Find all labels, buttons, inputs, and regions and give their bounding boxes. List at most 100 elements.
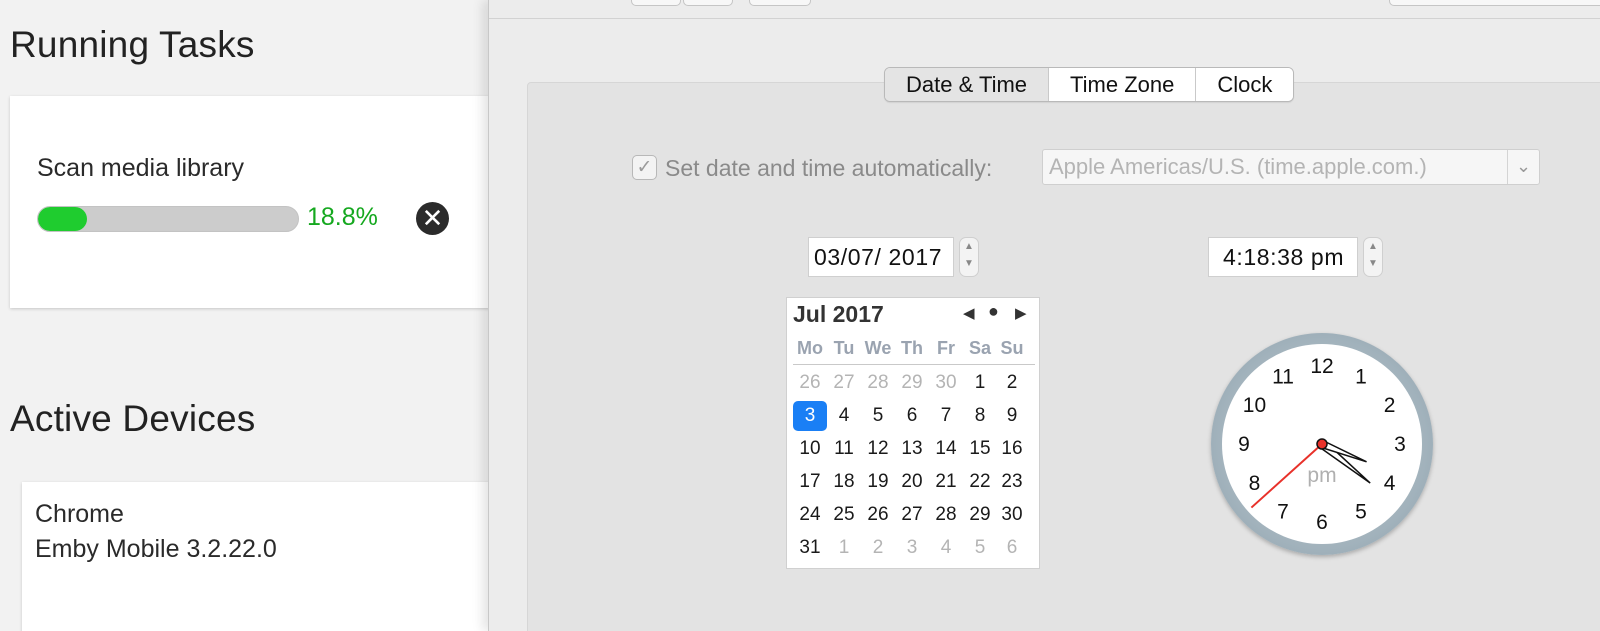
chevron-down-icon[interactable]: ⌄ — [1507, 150, 1539, 184]
analog-clock: 12 1 2 3 4 5 6 7 8 9 10 11 pm — [1211, 333, 1433, 555]
calendar-day-selected[interactable]: 3 — [793, 401, 827, 431]
task-progress-bar — [37, 206, 299, 232]
device-app-version: Emby Mobile 3.2.22.0 — [35, 535, 277, 563]
checkmark-icon: ✓ — [636, 157, 653, 178]
task-progress-fill — [38, 207, 87, 231]
clock-number: 12 — [1310, 355, 1333, 378]
calendar-day[interactable]: 24 — [793, 500, 827, 530]
time-stepper[interactable]: ▲ ▼ — [1363, 237, 1383, 277]
date-stepper[interactable]: ▲ ▼ — [959, 237, 979, 277]
dot-icon[interactable]: ● — [988, 301, 999, 322]
auto-date-time-label: Set date and time automatically: — [665, 155, 993, 181]
date-time-preferences-window: Date & Time Time Zone Clock ✓ Set date and… — [488, 0, 1600, 631]
calendar-day[interactable]: 30 — [929, 368, 963, 398]
weekday-label: Tu — [833, 338, 855, 358]
cancel-task-button[interactable]: ✕ — [416, 202, 449, 235]
calendar-day[interactable]: 27 — [895, 500, 929, 530]
device-card[interactable]: Chrome Emby Mobile 3.2.22.0 — [22, 482, 490, 631]
clock-graphics: 12 12 3 45 6 78 9 10 11 pm — [1238, 355, 1406, 534]
calendar-day[interactable]: 5 — [963, 533, 997, 563]
weekday-label: Th — [901, 338, 923, 358]
triangle-left-icon[interactable]: ◀ — [963, 304, 975, 322]
device-name: Chrome — [35, 500, 124, 528]
clock-number: 6 — [1316, 511, 1328, 534]
calendar-day[interactable]: 4 — [827, 401, 861, 431]
calendar-day[interactable]: 12 — [861, 434, 895, 464]
calendar-day[interactable]: 16 — [995, 434, 1029, 464]
toolbar-search-field[interactable] — [1389, 0, 1600, 6]
auto-date-time-checkbox[interactable]: ✓ — [632, 155, 657, 180]
weekday-label: Sa — [968, 338, 992, 358]
calendar-day[interactable]: 29 — [895, 368, 929, 398]
calendar-day[interactable]: 31 — [793, 533, 827, 563]
calendar-day[interactable]: 28 — [929, 500, 963, 530]
date-time-tab-bar: Date & Time Time Zone Clock — [884, 67, 1295, 102]
calendar-day[interactable]: 27 — [827, 368, 861, 398]
calendar-day[interactable]: 1 — [827, 533, 861, 563]
clock-number: 3 — [1394, 433, 1406, 456]
calendar-day[interactable]: 8 — [963, 401, 997, 431]
active-devices-heading: Active Devices — [10, 398, 256, 439]
calendar-day[interactable]: 10 — [793, 434, 827, 464]
tab-date-time[interactable]: Date & Time — [885, 68, 1050, 101]
calendar-day[interactable]: 30 — [995, 500, 1029, 530]
calendar-day[interactable]: 1 — [963, 368, 997, 398]
calendar-day[interactable]: 14 — [929, 434, 963, 464]
clock-center-hub — [1316, 438, 1328, 450]
clock-number: 1 — [1355, 365, 1367, 388]
clock-number: 9 — [1238, 433, 1250, 456]
calendar-day[interactable]: 9 — [995, 401, 1029, 431]
calendar-day[interactable]: 13 — [895, 434, 929, 464]
triangle-right-icon[interactable]: ▶ — [1015, 304, 1027, 322]
weekday-label: Mo — [797, 338, 823, 358]
toolbar-back-button[interactable] — [631, 0, 681, 6]
calendar-day[interactable]: 3 — [895, 533, 929, 563]
weekday-label: We — [864, 338, 892, 358]
clock-period-label: pm — [1307, 464, 1336, 487]
toolbar-forward-button[interactable] — [683, 0, 733, 6]
calendar: Jul 2017 ◀ ● ▶ Mo Tu We Th Fr Sa Su 26 27 28 29 30… — [786, 297, 1040, 569]
clock-number: 10 — [1243, 394, 1266, 417]
calendar-day[interactable]: 22 — [963, 467, 997, 497]
calendar-day[interactable]: 20 — [895, 467, 929, 497]
dashboard-panel: Running Tasks Scan media library 18.8% ✕… — [0, 0, 490, 631]
calendar-day[interactable]: 15 — [963, 434, 997, 464]
calendar-day[interactable]: 6 — [995, 533, 1029, 563]
clock-number: 2 — [1384, 394, 1396, 417]
clock-number: 4 — [1384, 472, 1396, 495]
time-server-value: Apple Americas/U.S. (time.apple.com.) — [1049, 154, 1427, 179]
tab-time-zone[interactable]: Time Zone — [1049, 68, 1197, 101]
running-task-card: Scan media library 18.8% ✕ — [10, 96, 490, 308]
calendar-day[interactable]: 7 — [929, 401, 963, 431]
calendar-day[interactable]: 23 — [995, 467, 1029, 497]
calendar-day[interactable]: 5 — [861, 401, 895, 431]
calendar-day[interactable]: 25 — [827, 500, 861, 530]
calendar-day[interactable]: 2 — [995, 368, 1029, 398]
weekday-label: Su — [1000, 338, 1024, 358]
window-toolbar — [489, 0, 1600, 19]
calendar-day[interactable]: 17 — [793, 467, 827, 497]
calendar-day[interactable]: 26 — [861, 500, 895, 530]
clock-number: 11 — [1272, 365, 1294, 388]
calendar-month-label: Jul 2017 — [793, 301, 884, 327]
stepper-up-icon: ▲ — [964, 241, 974, 252]
time-field[interactable]: 4:18:38 pm — [1208, 237, 1358, 277]
calendar-day[interactable]: 4 — [929, 533, 963, 563]
calendar-day[interactable]: 21 — [929, 467, 963, 497]
calendar-day[interactable]: 18 — [827, 467, 861, 497]
date-field[interactable]: 03/07/ 2017 — [808, 237, 954, 277]
clock-number: 8 — [1249, 472, 1261, 495]
calendar-weekday-header: Mo Tu We Th Fr Sa Su — [793, 338, 1035, 365]
tab-clock[interactable]: Clock — [1196, 68, 1294, 101]
calendar-day[interactable]: 29 — [963, 500, 997, 530]
time-server-select[interactable]: Apple Americas/U.S. (time.apple.com.) ⌄ — [1042, 149, 1540, 185]
calendar-day[interactable]: 6 — [895, 401, 929, 431]
calendar-day[interactable]: 28 — [861, 368, 895, 398]
calendar-day[interactable]: 19 — [861, 467, 895, 497]
task-progress-percent: 18.8% — [307, 203, 378, 231]
toolbar-show-all-button[interactable] — [749, 0, 811, 6]
calendar-day[interactable]: 26 — [793, 368, 827, 398]
calendar-day[interactable]: 11 — [827, 434, 861, 464]
close-circle-icon: ✕ — [421, 203, 444, 233]
calendar-day[interactable]: 2 — [861, 533, 895, 563]
